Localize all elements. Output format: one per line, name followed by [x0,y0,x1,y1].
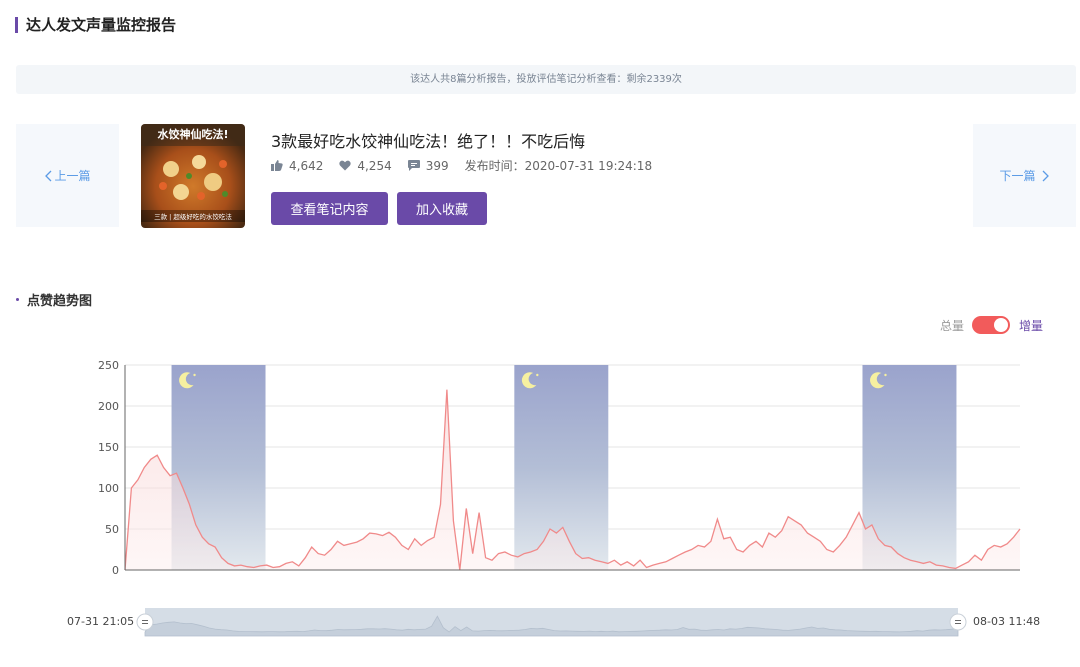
section-title-text: 点赞趋势图 [27,294,93,309]
add-favorite-button[interactable]: 加入收藏 [397,192,487,225]
toggle-knob [994,318,1009,332]
zoom-handle-end[interactable] [949,613,967,631]
note-thumbnail[interactable]: 水饺神仙吃法! 三款 | 超级好吃的水饺吃法 [141,124,245,228]
y-tick-label: 250 [98,359,119,372]
prev-note-label: 上一篇 [54,169,91,183]
heart-icon [339,160,352,171]
view-note-button[interactable]: 查看笔记内容 [271,192,388,225]
page-title: 达人发文声量监控报告 [26,16,177,34]
likes-trend-chart: 0 50 100 150 200 250 [98,359,1021,637]
star-icon [536,373,539,377]
y-tick-label: 50 [105,523,119,536]
likes-stat: 4,642 [271,159,323,173]
note-stats: 4,642 4,254 399 发布时间：2020-07-31 19:24:18 [271,157,668,174]
report-header: 达人发文声量监控报告 [15,14,176,35]
favorites-stat: 4,254 [339,158,392,173]
publish-time-text: 发布时间：2020-07-31 19:24:18 [464,159,653,173]
y-tick-label: 200 [98,400,119,413]
next-note-label: 下一篇 [999,169,1036,183]
y-tick-label: 150 [98,441,119,454]
prev-note-button[interactable]: 上一篇 [16,124,119,227]
y-tick-label: 0 [112,564,119,577]
slider-end-label: 08-03 11:48 [973,615,1041,628]
toggle-increment-label[interactable]: 增量 [1019,317,1043,334]
toggle-total-label[interactable]: 总量 [940,317,964,334]
note-title: 3款最好吃水饺神仙吃法！绝了！！不吃后悔 [271,132,586,151]
comments-count: 399 [425,158,449,173]
section-dot [16,298,19,301]
y-tick-label: 100 [98,482,119,495]
thumbs-up-icon [271,160,283,171]
chevron-left-icon [45,170,52,181]
star-icon [884,373,887,377]
thumb-caption-text: 三款 | 超级好吃的水饺吃法 [154,212,232,221]
thumb-title-text: 水饺神仙吃法! [157,127,228,141]
likes-count: 4,642 [289,158,324,173]
toggle-switch[interactable] [972,316,1011,334]
zoom-handle-start[interactable] [136,613,154,631]
favorites-count: 4,254 [357,158,392,173]
chevron-right-icon [1042,170,1049,181]
star-icon [193,373,196,377]
next-note-button[interactable]: 下一篇 [973,124,1076,227]
header-accent-bar [15,16,18,33]
section-title: 点赞趋势图 [16,290,92,309]
mode-toggle: 总量 增量 [940,316,1043,334]
publish-time: 发布时间：2020-07-31 19:24:18 [465,157,652,174]
comment-icon [407,160,420,171]
slider-start-label: 07-31 21:05 [67,615,135,628]
report-notice: 该达人共8篇分析报告，投放评估笔记分析查看：剩余2339次 [16,65,1076,94]
comments-stat: 399 [407,158,449,173]
